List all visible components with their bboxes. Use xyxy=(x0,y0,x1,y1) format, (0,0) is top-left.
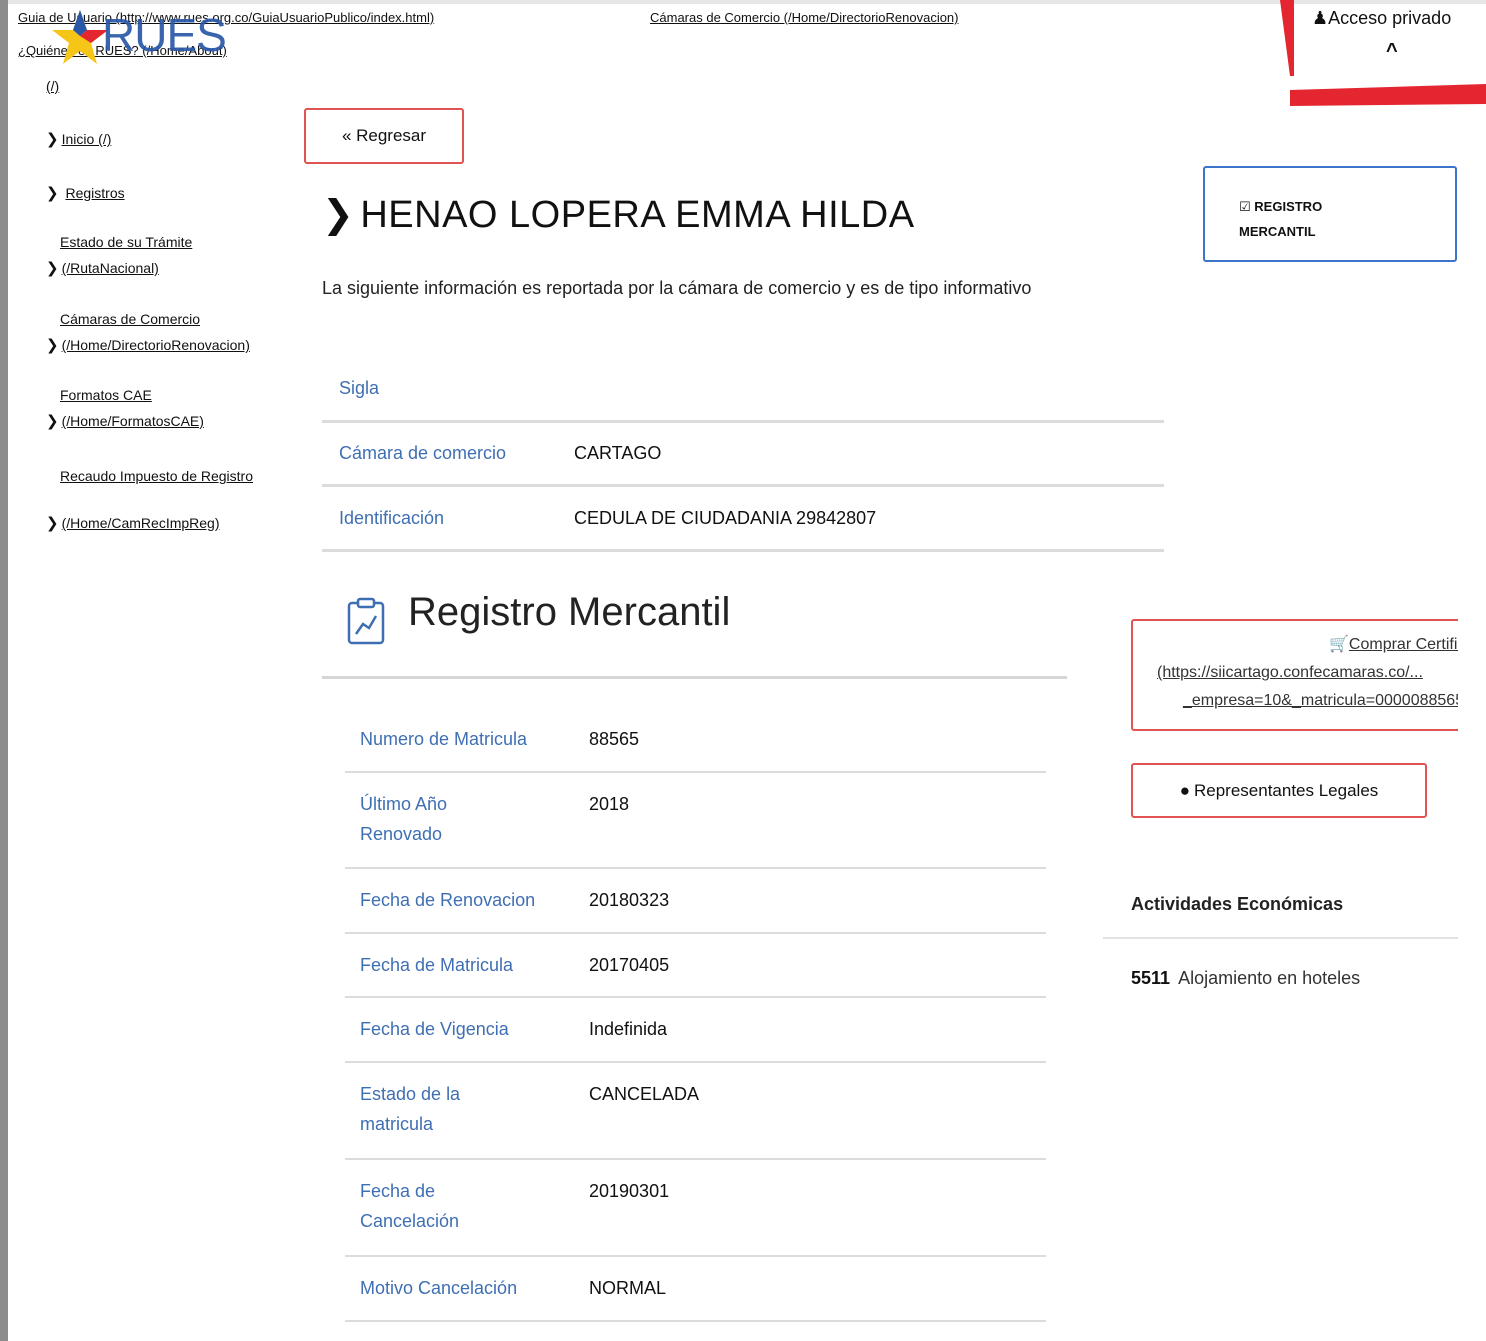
chevron-right-icon: ❯ xyxy=(46,260,59,277)
mercantil-key: Último Año Renovado xyxy=(360,794,448,844)
table-row: Fecha de Matricula 20170405 xyxy=(345,934,1046,998)
sidebar-item-inicio[interactable]: ❯ Inicio (/) xyxy=(46,130,111,148)
info-key: Identificación xyxy=(339,507,445,528)
sidebar-sub-camaras-link[interactable]: ❯ (/Home/DirectorioRenovacion) xyxy=(46,336,250,354)
chevron-right-icon: ❯ xyxy=(322,194,355,236)
sidebar-sub-camaras-route[interactable]: (/Home/DirectorioRenovacion) xyxy=(62,337,250,353)
rues-logo[interactable]: RUES xyxy=(50,4,250,74)
page-subtitle: La siguiente información es reportada po… xyxy=(322,278,1032,298)
mercantil-key: Numero de Matricula xyxy=(360,729,528,749)
camaras-comercio-top-link[interactable]: Cámaras de Comercio (/Home/DirectorioRen… xyxy=(650,10,959,25)
registro-label-2: MERCANTIL xyxy=(1239,224,1316,239)
sidebar-sub-recaudo-title-link[interactable]: Recaudo Impuesto de Registro xyxy=(60,468,253,484)
table-row: Sigla xyxy=(322,357,1164,423)
sidebar-sub-recaudo-link[interactable]: ❯ (/Home/CamRecImpReg) xyxy=(46,514,220,532)
representantes-label: Representantes Legales xyxy=(1193,780,1379,800)
mercantil-value: NORMAL xyxy=(589,1278,667,1298)
home-link[interactable]: (/) xyxy=(46,78,59,94)
actividad-code: 5511 xyxy=(1131,968,1171,988)
comprar-link-url[interactable]: (https://siicartago.confecamaras.co/... xyxy=(1157,664,1423,681)
mercantil-key: Fecha de Renovacion xyxy=(360,890,536,910)
list-item: 5511 Alojamiento en hoteles xyxy=(1131,968,1360,989)
mercantil-value: 20180323 xyxy=(589,890,670,910)
mercantil-value: 20190301 xyxy=(589,1181,670,1201)
table-row: Estado de la matricula CANCELADA xyxy=(345,1063,1046,1160)
mercantil-value: 88565 xyxy=(589,729,640,749)
info-value: CARTAGO xyxy=(574,443,662,463)
regresar-button[interactable]: « Regresar xyxy=(304,108,464,164)
mercantil-table: Numero de Matricula 88565 Último Año Ren… xyxy=(345,706,1046,1322)
sidebar-sub-formatos-link[interactable]: ❯ (/Home/FormatosCAE) xyxy=(46,412,204,430)
sidebar-sub-camaras-title[interactable]: Cámaras de Comercio xyxy=(60,311,200,327)
mercantil-value: CANCELADA xyxy=(589,1084,700,1104)
sidebar-item-registros[interactable]: ❯ Registros xyxy=(46,184,125,202)
chevron-right-icon: ❯ xyxy=(46,515,59,532)
acceso-privado-label: Acceso privado xyxy=(1328,8,1452,28)
table-row: Identificación CEDULA DE CIUDADANIA 2984… xyxy=(322,487,1164,552)
table-row: Fecha de Vigencia Indefinida xyxy=(345,998,1046,1063)
mercantil-value: 2018 xyxy=(589,794,630,814)
checkbox-icon: ☑ xyxy=(1239,199,1251,214)
user-icon: ♟ xyxy=(1312,8,1329,28)
comprar-line1: 🛒Comprar Certificado xyxy=(1133,631,1458,659)
info-key: Sigla xyxy=(339,378,380,398)
table-row: Fecha de Renovacion 20180323 xyxy=(345,869,1046,934)
sidebar-sub-camaras-title-link[interactable]: Cámaras de Comercio xyxy=(60,311,200,327)
sidebar-sub-recaudo-title[interactable]: Recaudo Impuesto de Registro xyxy=(60,464,260,489)
comprar-line2: (https://siicartago.confecamaras.co/... xyxy=(1133,659,1458,687)
registro-label-1: REGISTRO xyxy=(1254,199,1323,214)
sidebar-sub-formatos-title[interactable]: Formatos CAE xyxy=(60,387,152,403)
rues-star-icon xyxy=(52,10,108,64)
representantes-legales-button[interactable]: ● Representantes Legales xyxy=(1131,763,1427,818)
chevron-up-icon[interactable]: ^ xyxy=(1386,40,1398,63)
table-row: Último Año Renovado 2018 xyxy=(345,773,1046,869)
sidebar-sub-estado-title-link[interactable]: Estado de su Trámite xyxy=(60,234,192,250)
cart-icon: 🛒 xyxy=(1329,636,1349,653)
sidebar-sub-estado-link[interactable]: ❯ (/RutaNacional) xyxy=(46,259,159,277)
table-row: Motivo Cancelación NORMAL xyxy=(345,1257,1046,1322)
mercantil-value: Indefinida xyxy=(589,1019,668,1039)
sidebar-sub-estado-route[interactable]: (/RutaNacional) xyxy=(62,260,159,276)
actividades-title: Actividades Económicas xyxy=(1131,894,1344,914)
chevron-right-icon: ❯ xyxy=(46,131,59,148)
info-value: CEDULA DE CIUDADANIA 29842807 xyxy=(574,507,877,528)
sidebar-sub-formatos-route[interactable]: (/Home/FormatosCAE) xyxy=(62,413,204,429)
actividades-divider xyxy=(1103,937,1458,939)
chevron-right-icon: ❯ xyxy=(46,337,59,354)
mercantil-key: Fecha de Vigencia xyxy=(360,1019,509,1039)
page-title: ❯ HENAO LOPERA EMMA HILDA xyxy=(322,192,915,237)
sidebar-sub-estado-title[interactable]: Estado de su Trámite xyxy=(60,234,192,250)
comprar-link-params[interactable]: _empresa=10&_matricula=0000088565) xyxy=(1183,692,1458,709)
section-divider xyxy=(322,676,1067,679)
mercantil-value: 20170405 xyxy=(589,955,670,975)
info-key: Cámara de comercio xyxy=(339,443,507,463)
mercantil-key: Fecha de Cancelación xyxy=(360,1181,460,1231)
person-icon: ● xyxy=(1179,780,1190,800)
registro-mercantil-line1: ☑ REGISTRO xyxy=(1239,194,1455,219)
comprar-line3: _empresa=10&_matricula=0000088565) xyxy=(1133,687,1458,715)
clipboard-chart-icon xyxy=(347,597,385,645)
registro-mercantil-button[interactable]: ☑ REGISTRO MERCANTIL xyxy=(1203,166,1457,262)
comprar-link-label[interactable]: Comprar Certificado xyxy=(1349,636,1458,653)
left-scroll-edge xyxy=(0,0,8,1341)
mercantil-key: Fecha de Matricula xyxy=(360,955,514,975)
acceso-privado-link[interactable]: ♟Acceso privado xyxy=(1312,8,1451,29)
sidebar-sub-recaudo-route[interactable]: (/Home/CamRecImpReg) xyxy=(62,515,220,531)
mercantil-key: Motivo Cancelación xyxy=(360,1278,518,1298)
comprar-certificado-button[interactable]: 🛒Comprar Certificado (https://siicartago… xyxy=(1131,619,1458,731)
rues-logo-text: RUES xyxy=(102,9,227,61)
sidebar-item-inicio-label[interactable]: Inicio (/) xyxy=(62,131,112,147)
sidebar-item-registros-label[interactable]: Registros xyxy=(65,185,124,201)
info-table: Sigla Cámara de comercio CARTAGO Identif… xyxy=(322,357,1164,552)
page-title-text: HENAO LOPERA EMMA HILDA xyxy=(360,194,915,236)
table-row: Numero de Matricula 88565 xyxy=(345,706,1046,773)
table-row: Cámara de comercio CARTAGO xyxy=(322,423,1164,487)
actividad-desc: Alojamiento en hoteles xyxy=(1178,968,1361,988)
chevron-right-icon: ❯ xyxy=(46,185,59,202)
mercantil-key: Estado de la matricula xyxy=(360,1084,461,1134)
section-title: Registro Mercantil xyxy=(408,590,731,634)
chevron-right-icon: ❯ xyxy=(46,413,59,430)
table-row: Fecha de Cancelación 20190301 xyxy=(345,1160,1046,1257)
sidebar-sub-formatos-title-link[interactable]: Formatos CAE xyxy=(60,387,152,403)
